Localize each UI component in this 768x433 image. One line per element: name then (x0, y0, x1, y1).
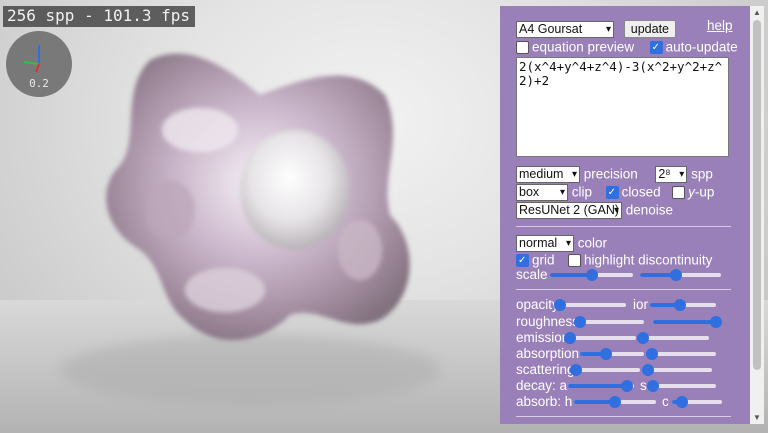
slider-thumb[interactable] (676, 396, 688, 408)
slider-track (643, 336, 709, 340)
slider-track (560, 303, 626, 307)
scattering-slider-b[interactable] (642, 364, 712, 376)
formula-input[interactable]: 2(x^4+y^4+z^4)-3(x^2+y^2+z^2)+2 (516, 57, 729, 157)
highlight-discontinuity-checkbox[interactable] (568, 253, 582, 267)
scale-label: scale (516, 267, 548, 282)
emission-slider[interactable] (564, 332, 636, 344)
axes-scale-label: 0.2 (29, 77, 49, 90)
scrollbar-thumb[interactable] (753, 20, 761, 370)
scattering-slider[interactable] (570, 364, 640, 376)
y-up-axis-label: y (688, 184, 695, 200)
slider-fill (653, 320, 716, 324)
slider-track (576, 368, 640, 372)
denoise-select[interactable]: ResUNet 2 (GAN) ▾ (516, 202, 622, 219)
emission-slider-b[interactable] (637, 332, 709, 344)
absorb-label: absorb: h (516, 394, 573, 409)
divider (516, 416, 731, 417)
preset-select[interactable]: A4 Goursat ▾ (516, 20, 614, 38)
color-select[interactable]: normal ▾ (516, 235, 574, 252)
precision-label: precision (583, 166, 638, 182)
opacity-slider[interactable] (554, 299, 626, 311)
grid-label: grid (532, 252, 555, 268)
panel-scrollbar[interactable]: ▲ ▼ (750, 6, 764, 424)
spp-label: spp (691, 166, 713, 182)
slider-thumb[interactable] (670, 269, 683, 281)
slider-fill (568, 384, 628, 388)
slider-thumb[interactable] (564, 332, 576, 344)
closed-checkbox[interactable] (605, 185, 619, 201)
help-link[interactable]: help (707, 18, 733, 33)
slider-thumb[interactable] (637, 332, 649, 344)
absorption-label: absorption (516, 346, 580, 361)
stats-readout: 256 spp - 101.3 fps (3, 6, 196, 27)
absorption-slider[interactable] (580, 348, 644, 360)
auto-update-checkbox[interactable] (649, 40, 663, 56)
divider (516, 226, 731, 227)
y-up-checkbox[interactable] (672, 186, 686, 199)
roughness-slider-b[interactable] (653, 316, 722, 328)
clip-select[interactable]: box ▾ (516, 184, 568, 201)
slider-track (652, 352, 716, 356)
decay-label: decay: a (516, 378, 568, 393)
absorption-slider-b[interactable] (646, 348, 716, 360)
clip-label: clip (571, 184, 593, 200)
equation-preview-checkbox[interactable] (516, 40, 529, 54)
roughness-label: roughness (516, 314, 580, 329)
slider-thumb[interactable] (599, 348, 612, 360)
slider-thumb[interactable] (647, 380, 659, 392)
slider-thumb[interactable] (646, 348, 658, 360)
update-button[interactable]: update (623, 20, 676, 38)
slider-thumb[interactable] (609, 396, 621, 408)
scale-slider-a[interactable] (550, 269, 633, 281)
scroll-up-icon[interactable]: ▲ (750, 8, 764, 17)
highlight-discontinuity-label: highlight discontinuity (584, 252, 713, 268)
emission-label: emission (516, 330, 570, 345)
scale-slider-b[interactable] (640, 269, 721, 281)
opacity-label: opacity (516, 297, 559, 312)
decay-a-slider[interactable] (568, 380, 634, 392)
absorb-c-label: c (662, 394, 669, 409)
auto-update-label: auto-update (665, 39, 738, 55)
decay-s-slider[interactable] (647, 380, 716, 392)
control-panel: A4 Goursat ▾ update help equation preview… (500, 6, 750, 424)
slider-thumb[interactable] (585, 269, 598, 281)
slider-thumb[interactable] (554, 299, 566, 311)
absorb-h-slider[interactable] (574, 396, 656, 408)
slider-thumb[interactable] (710, 316, 722, 328)
roughness-slider[interactable] (574, 316, 644, 328)
axes-gizmo[interactable]: 0.2 (6, 31, 72, 97)
scroll-down-icon[interactable]: ▼ (750, 413, 764, 422)
grid-checkbox[interactable] (516, 253, 529, 269)
equation-preview-label: equation preview (532, 39, 635, 55)
ior-slider[interactable] (650, 299, 716, 311)
color-label: color (577, 235, 608, 251)
closed-label: closed (621, 184, 661, 200)
slider-track (570, 336, 636, 340)
slider-thumb[interactable] (642, 364, 654, 376)
spp-select[interactable]: 2⁸ ▾ (655, 166, 688, 183)
slider-thumb[interactable] (673, 299, 686, 311)
slider-track (653, 384, 716, 388)
divider (516, 289, 731, 290)
ior-label: ior (633, 297, 649, 312)
scattering-label: scattering (516, 362, 575, 377)
slider-thumb[interactable] (574, 316, 586, 328)
slider-track (648, 368, 712, 372)
slider-thumb[interactable] (621, 380, 634, 392)
y-up-label: -up (694, 184, 715, 200)
slider-thumb[interactable] (570, 364, 582, 376)
absorb-c-slider[interactable] (672, 396, 722, 408)
precision-select[interactable]: medium ▾ (516, 166, 580, 183)
slider-track (580, 320, 644, 324)
denoise-label: denoise (625, 202, 674, 218)
decay-s-label: s (640, 378, 647, 393)
